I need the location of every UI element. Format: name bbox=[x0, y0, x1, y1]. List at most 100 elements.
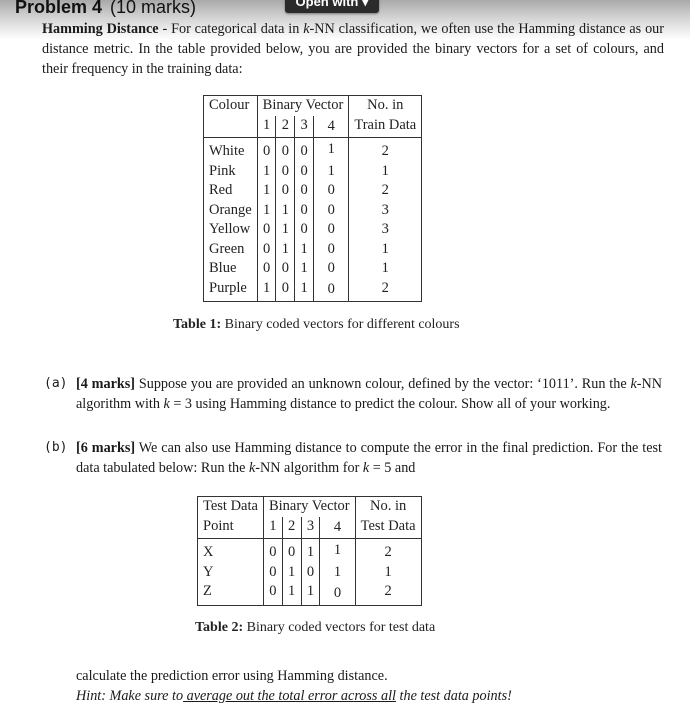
intro-paragraph: Hamming Distance - For categorical data … bbox=[42, 19, 664, 79]
table2-header-bit: 1 bbox=[263, 516, 283, 539]
table1-count-cell: 3 bbox=[348, 200, 423, 220]
table1-bit-cell: 0 bbox=[313, 181, 350, 201]
table1-header-row-1: Colour Binary Vector No. in bbox=[203, 95, 423, 116]
table2-bit-cell: 1 bbox=[319, 562, 356, 582]
table2-count-cell: 1 bbox=[355, 562, 422, 582]
part-a-marks: [4 marks] bbox=[76, 376, 136, 392]
table1-bit-cell: 0 bbox=[275, 161, 296, 181]
table1-row: Orange 1 1 0 0 3 bbox=[203, 200, 423, 220]
table1-header-count-1: No. in bbox=[348, 95, 423, 116]
table1-bit-cell: 1 bbox=[275, 220, 296, 240]
table1-row: White 0 0 0 1 2 bbox=[203, 137, 423, 162]
table1-bit-cell: 0 bbox=[313, 200, 350, 220]
table1-bit-cell: 0 bbox=[313, 259, 350, 279]
table1-row: Green 0 1 1 0 1 bbox=[203, 239, 423, 259]
table1-bit-cell: 0 bbox=[313, 220, 350, 240]
table1-count-cell: 1 bbox=[348, 161, 423, 181]
table1-bit-cell: 1 bbox=[257, 161, 277, 181]
test-data-table: Test Data Binary Vector No. in Point 1 2… bbox=[197, 496, 422, 606]
table1-bit-cell: 0 bbox=[275, 259, 296, 279]
table2-header-count-1: No. in bbox=[355, 496, 422, 517]
open-with-button[interactable]: Open with ▾ bbox=[285, 0, 379, 13]
table2-bit-cell: 1 bbox=[301, 538, 321, 563]
table1-bit-cell: 1 bbox=[313, 137, 350, 162]
part-b-marks: [6 marks] bbox=[76, 440, 136, 456]
table1-bit-cell: 1 bbox=[275, 239, 296, 259]
table1-header-count-2: Train Data bbox=[348, 115, 423, 138]
part-b-text: [6 marks] We can also use Hamming distan… bbox=[76, 438, 662, 478]
problem-marks: (10 marks) bbox=[110, 0, 197, 17]
table1-row-label: Pink bbox=[203, 161, 258, 181]
table2-header-point-1: Test Data bbox=[197, 496, 264, 517]
table1-count-cell: 3 bbox=[348, 220, 423, 240]
part-b-continuation: calculate the prediction error using Ham… bbox=[76, 666, 676, 706]
table1-row-label: Orange bbox=[203, 200, 258, 220]
table2-caption-text: Binary coded vectors for test data bbox=[243, 620, 436, 635]
table1-count-cell: 2 bbox=[348, 137, 423, 162]
part-b-after-text: calculate the prediction error using Ham… bbox=[76, 668, 388, 684]
table2-row: X00112 bbox=[197, 538, 422, 563]
table1-row-label: Purple bbox=[203, 278, 258, 302]
table2-bit-cell: 1 bbox=[282, 582, 302, 605]
table1-row: Red 1 0 0 0 2 bbox=[203, 181, 423, 201]
table2-header-row-1: Test Data Binary Vector No. in bbox=[197, 496, 422, 517]
table2-header-point-2: Point bbox=[197, 516, 264, 539]
table1-bit-cell: 0 bbox=[294, 181, 315, 201]
part-a: (a) [4 marks] Suppose you are provided a… bbox=[44, 374, 662, 414]
table1-caption-text: Binary coded vectors for different colou… bbox=[221, 317, 460, 332]
table1-bit-cell: 0 bbox=[257, 137, 277, 162]
table1-header-binary-vector: Binary Vector bbox=[257, 95, 350, 116]
table1-row-label: White bbox=[203, 137, 258, 162]
intro-text-1: - For categorical data in bbox=[158, 21, 304, 37]
table2-header-bit: 3 bbox=[301, 516, 321, 539]
table2-header-bit: 2 bbox=[282, 516, 302, 539]
table1-bit-cell: 0 bbox=[294, 200, 315, 220]
table2-bit-cell: 0 bbox=[263, 538, 283, 563]
table2-header-count-2: Test Data bbox=[355, 516, 422, 539]
intro-term: Hamming Distance bbox=[42, 21, 159, 37]
table1-caption: Table 1: Binary coded vectors for differ… bbox=[173, 317, 460, 333]
table1-bit-cell: 0 bbox=[275, 181, 296, 201]
table2-bit-cell: 1 bbox=[282, 562, 302, 582]
part-b-label: (b) bbox=[44, 440, 68, 455]
part-a-text-1: Suppose you are provided an unknown colo… bbox=[135, 376, 631, 392]
table1-caption-label: Table 1: bbox=[173, 317, 222, 332]
table1-bit-cell: 1 bbox=[294, 259, 315, 279]
table2-bit-cell: 0 bbox=[263, 582, 283, 605]
table1-bit-cell: 0 bbox=[294, 161, 315, 181]
part-b-text-3: = 5 and bbox=[369, 460, 416, 476]
part-a-text-3: = 3 using Hamming distance to predict th… bbox=[169, 396, 611, 412]
table2-count-cell: 2 bbox=[355, 538, 422, 563]
table1-header-bit: 4 bbox=[313, 115, 350, 138]
table1-bit-cell: 0 bbox=[257, 239, 277, 259]
table1-header-bit: 2 bbox=[275, 115, 296, 138]
part-b-text-2: -NN algorithm for bbox=[255, 460, 363, 476]
table1-bit-cell: 1 bbox=[313, 161, 350, 181]
table1-bit-cell: 0 bbox=[275, 278, 296, 302]
table1-bit-cell: 0 bbox=[257, 220, 277, 240]
table2-header-row-2: Point 1 2 3 4 Test Data bbox=[197, 516, 422, 539]
table1-header-row-2: 1 2 3 4 Train Data bbox=[203, 115, 423, 138]
table1-header-bit: 3 bbox=[294, 115, 315, 138]
table1-row-label: Green bbox=[203, 239, 258, 259]
table2-bit-cell: 1 bbox=[301, 582, 321, 605]
table1-bit-cell: 1 bbox=[294, 278, 315, 302]
table2-bit-cell: 0 bbox=[301, 562, 321, 582]
table1-row-label: Blue bbox=[203, 259, 258, 279]
hint-text: Hint: Make sure to average out the total… bbox=[76, 686, 676, 706]
problem-number: Problem 4 bbox=[15, 0, 103, 17]
table1-count-cell: 2 bbox=[348, 181, 423, 201]
part-a-label: (a) bbox=[44, 376, 68, 391]
table1-row: Blue 0 0 1 0 1 bbox=[203, 259, 423, 279]
table2-body: X00112Y01011Z01102 bbox=[197, 538, 422, 605]
table2-bit-cell: 0 bbox=[282, 538, 302, 563]
table2-caption: Table 2: Binary coded vectors for test d… bbox=[195, 620, 435, 636]
table2-row: Z01102 bbox=[197, 582, 422, 605]
table1-body: White 0 0 0 1 2 Pink 1 0 0 1 1 Red 1 0 0 0 2 Orange 1 1 0 0 3 Ye… bbox=[203, 137, 423, 302]
table1-bit-cell: 1 bbox=[294, 239, 315, 259]
hint-underlined: average out the total error across all bbox=[183, 688, 396, 704]
table2-row-label: X bbox=[197, 538, 264, 563]
table2-row-label: Z bbox=[197, 582, 264, 605]
table1-bit-cell: 0 bbox=[275, 137, 296, 162]
table1-bit-cell: 0 bbox=[313, 278, 350, 302]
